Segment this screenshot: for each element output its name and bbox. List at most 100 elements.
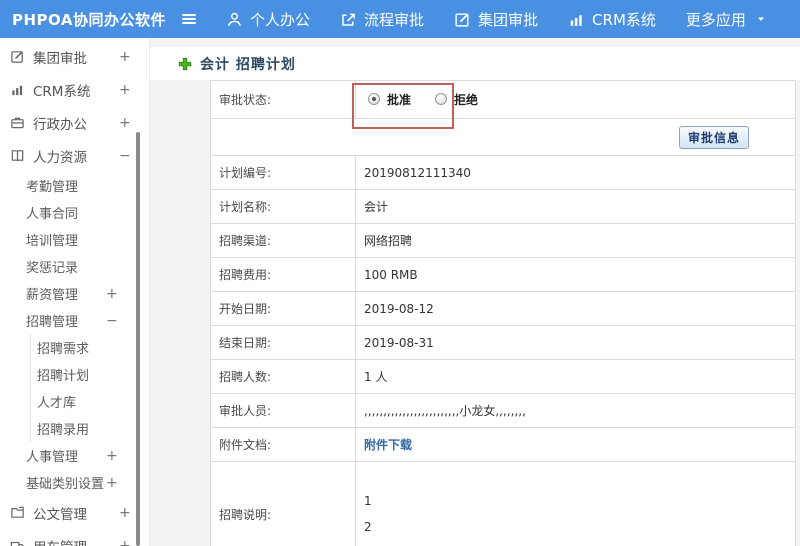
table-row: 计划编号: 20190812111340 (210, 155, 796, 190)
field-value: 网络招聘 (355, 223, 796, 258)
field-label: 计划名称: (210, 189, 356, 224)
field-label: 招聘费用: (210, 257, 356, 292)
field-label: 招聘说明: (210, 461, 356, 546)
sidebar-item[interactable]: CRM系统 + (0, 73, 149, 106)
sidebar-item-label: 招聘录用 (37, 423, 90, 438)
sidebar-item[interactable]: 人力资源 − (0, 139, 149, 172)
sidebar-item-label: 人力资源 (33, 149, 87, 166)
sidebar-item[interactable]: 人事管理 + (0, 442, 149, 469)
expand-toggle-icon[interactable]: + (106, 286, 118, 302)
sidebar-item-label: 人才库 (37, 396, 77, 411)
topnav-item-label: 更多应用 (685, 10, 746, 29)
flow-icon (340, 11, 357, 28)
expand-toggle-icon[interactable]: + (106, 448, 118, 464)
sidebar-item[interactable]: 考勤管理 (0, 172, 149, 199)
field-value-text: 会计 (364, 200, 389, 214)
sidebar-item-label: 薪资管理 (26, 288, 79, 303)
expand-toggle-icon[interactable]: − (106, 313, 118, 329)
attachment-download-link[interactable]: 附件下载 (364, 438, 412, 452)
book-icon (10, 148, 25, 163)
radio-option[interactable]: 批准 (368, 91, 411, 108)
sidebar-item-label: 考勤管理 (26, 180, 79, 195)
sidebar-item[interactable]: 招聘计划 (0, 361, 149, 388)
table-row: 计划名称: 会计 (210, 189, 796, 224)
topnav-item[interactable]: 流程审批 (340, 9, 424, 30)
field-value-text: 网络招聘 (364, 234, 413, 248)
field-value: 2019-08-12 (355, 291, 796, 326)
topnav-item-label: 个人办公 (250, 10, 311, 29)
sidebar-item[interactable]: 招聘需求 (0, 334, 149, 361)
field-value-text: 1 人 (364, 370, 388, 384)
topbar: PHPOA协同办公软件 个人办公 流程审批 集团审批 CRM系统 更多应用 (0, 0, 800, 38)
expand-toggle-icon[interactable]: + (119, 49, 131, 65)
edit-square-icon (454, 11, 471, 28)
approval-info-row: 审批信息 (210, 118, 796, 156)
field-label: 计划编号: (210, 155, 356, 190)
field-value: 1 2 (355, 461, 796, 546)
field-value: 100 RMB (355, 257, 796, 292)
field-value-text: ,,,,,,,,,,,,,,,,,,,,,,,,,小龙女,,,,,,,, (364, 404, 526, 418)
approval-status-options: 批准 拒绝 (355, 80, 796, 119)
table-row: 招聘渠道: 网络招聘 (210, 223, 796, 258)
caret-down-icon (753, 13, 767, 25)
table-row: 结束日期: 2019-08-31 (210, 325, 796, 360)
approval-info-button[interactable]: 审批信息 (679, 125, 750, 149)
radio-button-icon[interactable] (435, 93, 448, 106)
sidebar-item[interactable]: 奖惩记录 (0, 253, 149, 280)
sidebar-item-label: 人事管理 (26, 450, 79, 465)
expand-toggle-icon[interactable]: + (119, 115, 131, 131)
topnav-item[interactable]: 更多应用 (686, 9, 767, 30)
main-layout: 集团审批 + CRM系统 + 行政办公 + 人力资源 − 考勤管理 人事合同 培… (0, 38, 800, 546)
sidebar-item[interactable]: 行政办公 + (0, 106, 149, 139)
bar-chart-icon (10, 82, 25, 97)
table-row: 招聘费用: 100 RMB (210, 257, 796, 292)
sidebar-item-label: 用车管理 (33, 536, 87, 546)
truck-icon (10, 538, 25, 546)
expand-toggle-icon[interactable]: + (119, 505, 131, 521)
field-value-text: 2019-08-12 (364, 301, 434, 316)
sidebar-scrollbar[interactable] (136, 132, 140, 546)
approval-info-cell: 审批信息 (210, 118, 796, 156)
field-value-text: 100 RMB (364, 267, 418, 282)
sidebar-item[interactable]: 集团审批 + (0, 40, 149, 73)
hamburger-icon[interactable] (180, 10, 198, 28)
sidebar-item[interactable]: 人才库 (0, 388, 149, 415)
sidebar-item[interactable]: 招聘管理 − (0, 307, 149, 334)
field-value: 会计 (355, 189, 796, 224)
field-value-text: 1 2 (364, 494, 372, 534)
expand-toggle-icon[interactable]: + (119, 82, 131, 98)
field-value: 附件下载 (355, 427, 796, 462)
topnav-item[interactable]: 集团审批 (454, 9, 538, 30)
radio-option-label: 拒绝 (454, 92, 479, 107)
sidebar-item[interactable]: 公文管理 + (0, 496, 149, 529)
sidebar-item[interactable]: 培训管理 (0, 226, 149, 253)
sidebar-item[interactable]: 薪资管理 + (0, 280, 149, 307)
field-label: 附件文档: (210, 427, 356, 462)
radio-button-icon[interactable] (368, 93, 380, 106)
expand-toggle-icon[interactable]: − (119, 148, 131, 164)
field-value: 2019-08-31 (355, 325, 796, 360)
field-label: 招聘人数: (210, 359, 356, 394)
topnav-item[interactable]: 个人办公 (226, 9, 310, 30)
sidebar-item[interactable]: 招聘录用 (0, 415, 149, 442)
edit-square-icon (10, 49, 25, 64)
sidebar-item-label: 奖惩记录 (26, 261, 79, 276)
expand-toggle-icon[interactable]: + (119, 538, 131, 546)
app-logo: PHPOA协同办公软件 (12, 10, 166, 29)
detail-table: 审批状态: 批准 拒绝 审批信息 计划编号: 20190812111340 计划… (210, 80, 796, 546)
table-row: 附件文档: 附件下载 (210, 427, 796, 462)
sidebar-item-label: 招聘管理 (26, 315, 79, 330)
sidebar-item[interactable]: 用车管理 + (0, 529, 149, 546)
expand-toggle-icon[interactable]: + (106, 475, 118, 491)
sidebar: 集团审批 + CRM系统 + 行政办公 + 人力资源 − 考勤管理 人事合同 培… (0, 38, 150, 546)
field-label: 审批人员: (210, 393, 356, 428)
folder-doc-icon (10, 505, 25, 520)
sidebar-item-label: CRM系统 (33, 83, 91, 100)
topnav-item[interactable]: CRM系统 (568, 9, 656, 30)
plus-icon (178, 57, 192, 71)
sidebar-item[interactable]: 基础类别设置 + (0, 469, 149, 496)
sidebar-item[interactable]: 人事合同 (0, 199, 149, 226)
radio-option[interactable]: 拒绝 (435, 91, 478, 108)
topnav-item-label: 流程审批 (364, 10, 425, 29)
bar-chart-icon (568, 11, 585, 28)
